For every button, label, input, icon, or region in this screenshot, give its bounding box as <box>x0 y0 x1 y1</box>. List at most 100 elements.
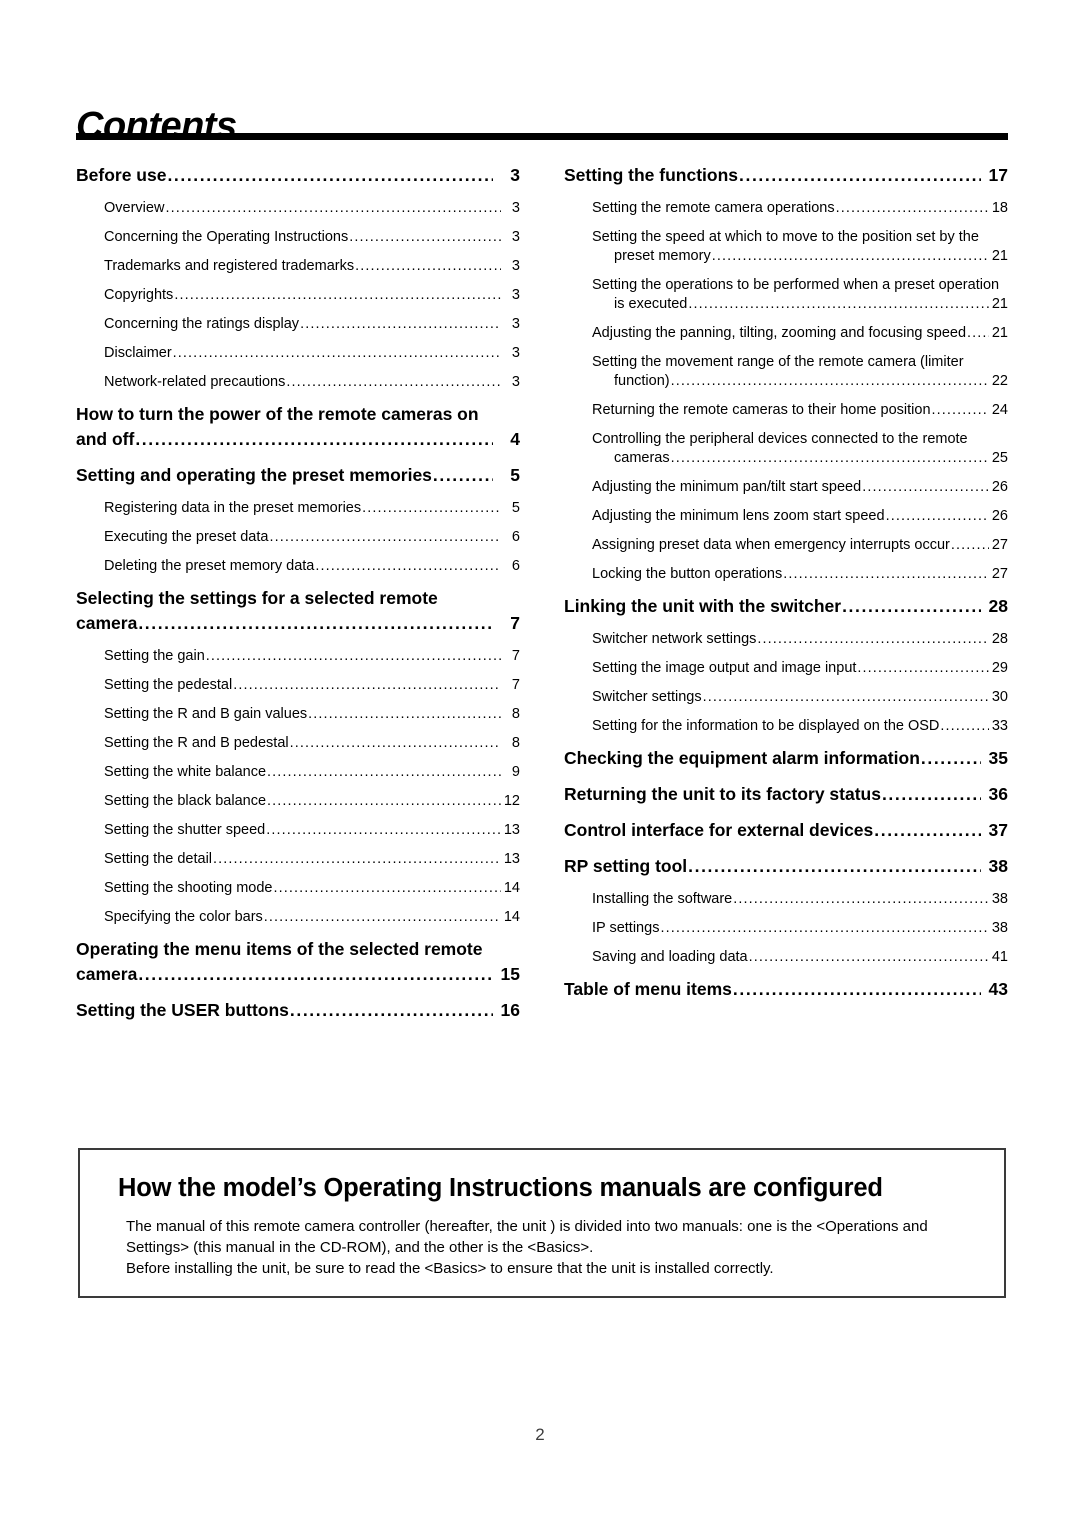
toc-entry-level-2[interactable]: Switcher network settings 28 <box>592 630 1008 649</box>
toc-entry-level-2[interactable]: Adjusting the minimum lens zoom start sp… <box>592 507 1008 526</box>
toc-entry-text-continued: camera <box>76 964 138 984</box>
toc-entry-page-number: 26 <box>991 508 1008 524</box>
toc-entry-text: Setting the detail <box>104 851 213 867</box>
toc-entry-page-number: 3 <box>511 374 520 390</box>
toc-entry-level-1[interactable]: Setting the USER buttons 16 <box>76 998 520 1023</box>
toc-entry-level-2[interactable]: Locking the button operations 27 <box>592 565 1008 584</box>
toc-entry-level-2[interactable]: Trademarks and registered trademarks 3 <box>104 257 520 276</box>
toc-entry-level-2[interactable]: Setting the operations to be performed w… <box>592 276 1008 314</box>
toc-entry-text: Saving and loading data <box>592 949 748 965</box>
toc-entry-level-1[interactable]: Returning the unit to its factory status… <box>564 782 1008 807</box>
toc-entry-text: Concerning the Operating Instructions <box>104 229 349 245</box>
toc-entry-level-2[interactable]: Adjusting the minimum pan/tilt start spe… <box>592 478 1008 497</box>
toc-entry-level-2[interactable]: Setting the shutter speed 13 <box>104 821 520 840</box>
dot-leader <box>757 635 989 650</box>
toc-right-column: Setting the functions 17 Setting the remot… <box>564 163 1008 1034</box>
toc-entry-level-2[interactable]: Overview 3 <box>104 199 520 218</box>
toc-entry-text: Locking the button operations <box>592 566 783 582</box>
toc-entry-page-number: 3 <box>511 345 520 361</box>
callout-paragraph-1: The manual of this remote camera control… <box>126 1218 928 1256</box>
toc-entry-level-2[interactable]: Adjusting the panning, tilting, zooming … <box>592 324 1008 343</box>
toc-entry-level-2[interactable]: Setting the R and B pedestal 8 <box>104 734 520 753</box>
toc-entry-level-2[interactable]: Copyrights 3 <box>104 286 520 305</box>
toc-entry-page-number: 22 <box>991 373 1008 389</box>
toc-entry-level-2[interactable]: Setting for the information to be displa… <box>592 717 1008 736</box>
toc-entry-level-2[interactable]: Setting the movement range of the remote… <box>592 353 1008 391</box>
dot-leader <box>266 826 501 841</box>
toc-entry-text: Checking the equipment alarm information <box>564 748 920 768</box>
toc-entry-level-1[interactable]: Linking the unit with the switcher 28 <box>564 594 1008 619</box>
toc-entry-level-2[interactable]: Setting the pedestal 7 <box>104 676 520 695</box>
toc-entry-level-2[interactable]: Setting the detail 13 <box>104 850 520 869</box>
toc-entry-level-2[interactable]: Setting the black balance 12 <box>104 792 520 811</box>
toc-entry-level-1[interactable]: Operating the menu items of the selected… <box>76 937 520 987</box>
toc-entry-text: Deleting the preset memory data <box>104 558 315 574</box>
toc-entry-level-1[interactable]: RP setting tool 38 <box>564 854 1008 879</box>
toc-entry-level-2[interactable]: Setting the shooting mode 14 <box>104 879 520 898</box>
toc-entry-level-2[interactable]: Setting the white balance 9 <box>104 763 520 782</box>
toc-entry-level-2[interactable]: Setting the gain 7 <box>104 647 520 666</box>
toc-entry-page-number: 27 <box>991 537 1008 553</box>
toc-entry-level-2[interactable]: Controlling the peripheral devices conne… <box>592 430 1008 468</box>
toc-entry-text: Setting the movement range of the remote… <box>592 354 964 370</box>
toc-entry-level-2[interactable]: Saving and loading data 41 <box>592 948 1008 967</box>
toc-entry-level-1[interactable]: Table of menu items 43 <box>564 977 1008 1002</box>
toc-entry-level-2[interactable]: Concerning the Operating Instructions 3 <box>104 228 520 247</box>
toc-entry-page-number: 30 <box>991 689 1008 705</box>
toc-entry-text: How to turn the power of the remote came… <box>76 404 479 424</box>
toc-entry-level-1[interactable]: Before use 3 <box>76 163 520 188</box>
toc-entry-level-1[interactable]: Setting the functions 17 <box>564 163 1008 188</box>
toc-entry-level-2[interactable]: Switcher settings 30 <box>592 688 1008 707</box>
toc-entry-level-2[interactable]: Setting the speed at which to move to th… <box>592 228 1008 266</box>
dot-leader <box>749 953 989 968</box>
dot-leader <box>882 790 981 808</box>
dot-leader <box>739 171 981 189</box>
toc-entry-level-1[interactable]: How to turn the power of the remote came… <box>76 402 520 452</box>
toc-entry-level-2[interactable]: Deleting the preset memory data 6 <box>104 557 520 576</box>
toc-entry-page-number: 29 <box>991 660 1008 676</box>
toc-entry-level-2[interactable]: Disclaimer 3 <box>104 344 520 363</box>
toc-entry-level-2[interactable]: Registering data in the preset memories 5 <box>104 499 520 518</box>
dot-leader <box>290 739 501 754</box>
toc-left-column: Before use3 Overview3 Concerning the Opera… <box>76 163 520 1034</box>
toc-entry-level-2[interactable]: Assigning preset data when emergency int… <box>592 536 1008 555</box>
toc-entry-level-1[interactable]: Setting and operating the preset memorie… <box>76 463 520 488</box>
toc-entry-level-2[interactable]: Setting the image output and image input… <box>592 659 1008 678</box>
dot-leader <box>135 435 493 453</box>
toc-entry-text: Adjusting the minimum pan/tilt start spe… <box>592 479 862 495</box>
callout-body: The manual of this remote camera control… <box>126 1216 980 1279</box>
toc-entry-level-2[interactable]: Setting the remote camera operations 18 <box>592 199 1008 218</box>
toc-entry-page-number: 37 <box>988 820 1008 840</box>
toc-entry-page-number: 15 <box>500 964 520 984</box>
title-underline-rule <box>76 133 1008 140</box>
toc-entry-text: Table of menu items <box>564 979 732 999</box>
dot-leader <box>165 204 501 219</box>
toc-entry-level-1[interactable]: Checking the equipment alarm information… <box>564 746 1008 771</box>
dot-leader <box>267 768 501 783</box>
callout-box: How the model’s Operating Instructions m… <box>78 1148 1006 1298</box>
toc-entry-level-2[interactable]: IP settings 38 <box>592 919 1008 938</box>
toc-entry-level-1[interactable]: Selecting the settings for a selected re… <box>76 586 520 636</box>
dot-leader <box>213 855 501 870</box>
toc-entry-level-2[interactable]: Setting the R and B gain values 8 <box>104 705 520 724</box>
toc-entry-level-2[interactable]: Returning the remote cameras to their ho… <box>592 401 1008 420</box>
toc-entry-level-2[interactable]: Network-related precautions 3 <box>104 373 520 392</box>
toc-entry-level-2[interactable]: Concerning the ratings display 3 <box>104 315 520 334</box>
dot-leader <box>886 512 989 527</box>
dot-leader <box>783 570 989 585</box>
toc-entry-text: Setting the R and B pedestal <box>104 735 289 751</box>
toc-entry-text: Disclaimer <box>104 345 172 361</box>
toc-entry-level-2[interactable]: Executing the preset data 6 <box>104 528 520 547</box>
toc-entry-page-number: 28 <box>988 596 1008 616</box>
toc-entry-page-number: 13 <box>503 822 520 838</box>
toc-entry-page-number: 27 <box>991 566 1008 582</box>
dot-leader <box>842 602 981 620</box>
toc-entry-text: Setting the R and B gain values <box>104 706 308 722</box>
toc-entry-page-number: 5 <box>510 465 520 485</box>
toc-entry-level-2[interactable]: Specifying the color bars 14 <box>104 908 520 927</box>
toc-entry-level-1[interactable]: Control interface for external devices 37 <box>564 818 1008 843</box>
toc-entry-page-number: 7 <box>511 677 520 693</box>
toc-entry-level-2[interactable]: Installing the software 38 <box>592 890 1008 909</box>
toc-entry-page-number: 13 <box>503 851 520 867</box>
toc-entry-page-number: 7 <box>510 613 520 633</box>
